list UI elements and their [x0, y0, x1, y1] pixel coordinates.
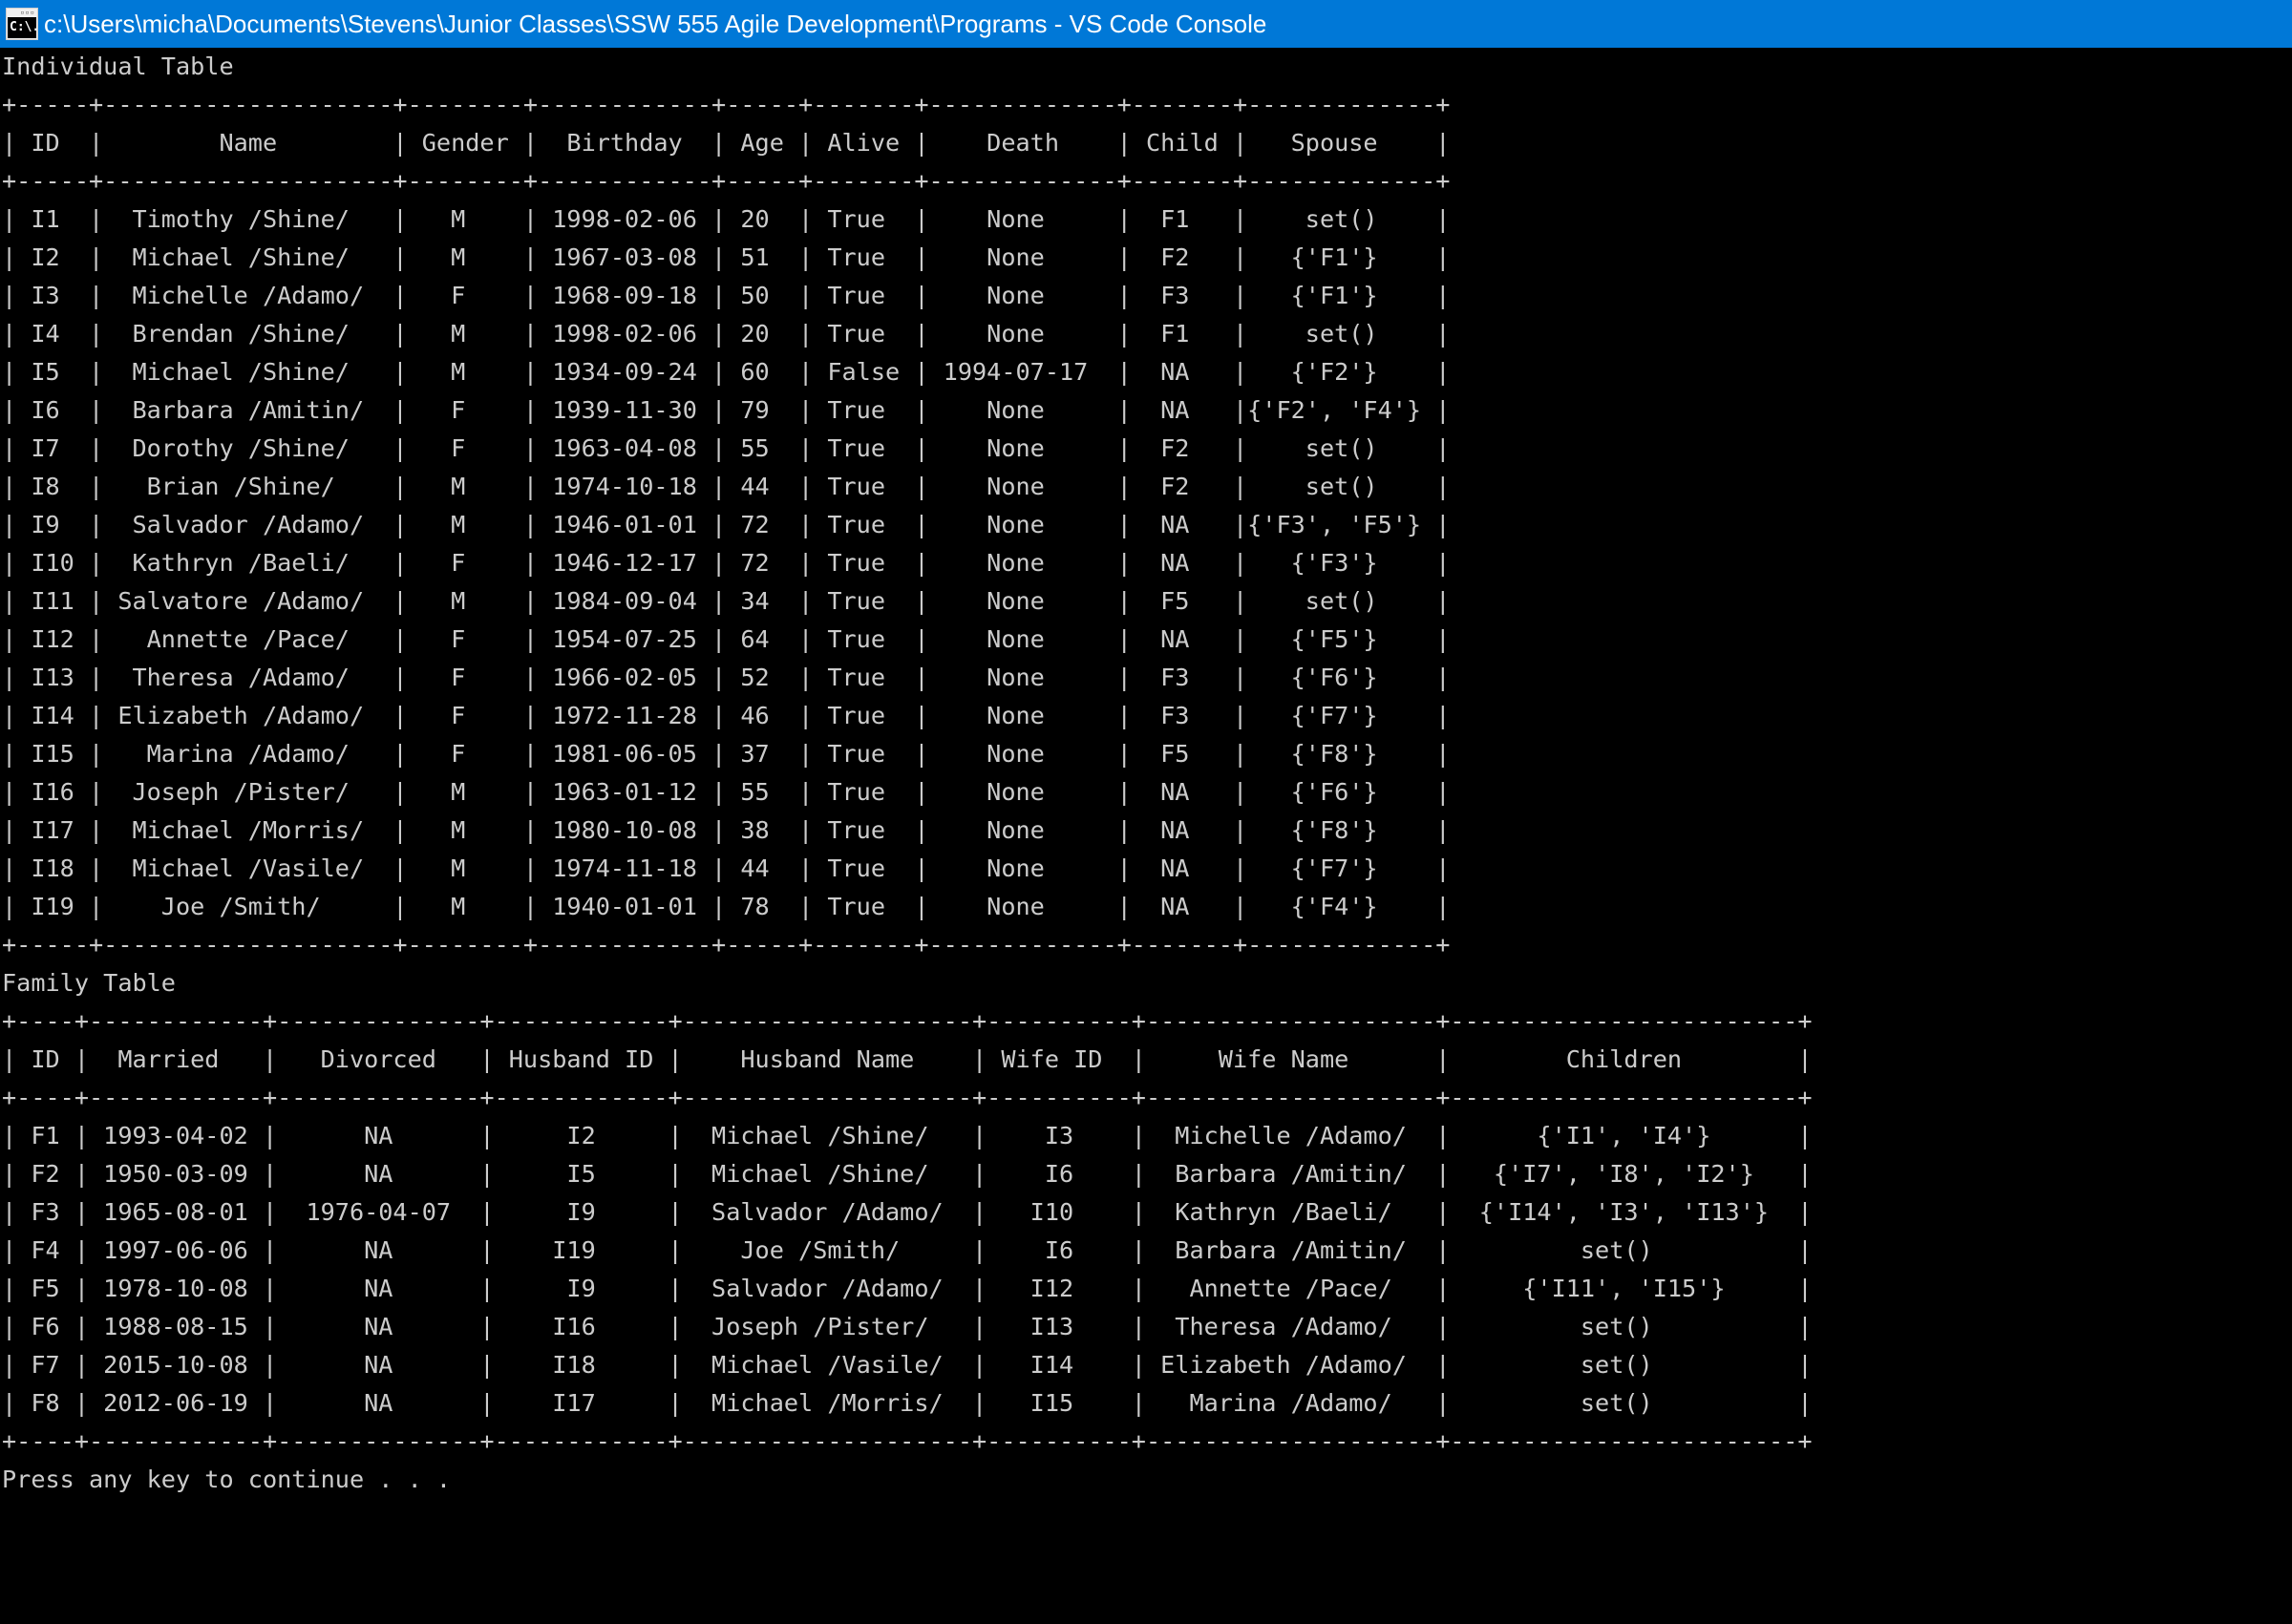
table-row: | I10 | Kathryn /Baeli/ | F | 1946-12-17…: [2, 549, 1451, 577]
table-row: | I11 | Salvatore /Adamo/ | M | 1984-09-…: [2, 587, 1451, 615]
table-row: | I19 | Joe /Smith/ | M | 1940-01-01 | 7…: [2, 893, 1451, 920]
individual-table-label: Individual Table: [2, 53, 234, 80]
individual-table-header-row: | ID | Name | Gender | Birthday | Age | …: [2, 129, 1451, 157]
window-title: c:\Users\micha\Documents\Stevens\Junior …: [44, 10, 1267, 38]
family-table-rule-bottom: +----+------------+--------------+------…: [2, 1427, 1813, 1455]
individual-table-rule-bottom: +-----+--------------------+--------+---…: [2, 931, 1451, 959]
table-row: | I14 | Elizabeth /Adamo/ | F | 1972-11-…: [2, 702, 1451, 729]
table-row: | I8 | Brian /Shine/ | M | 1974-10-18 | …: [2, 473, 1451, 500]
individual-table-rule-top: +-----+--------------------+--------+---…: [2, 91, 1451, 118]
table-row: | F1 | 1993-04-02 | NA | I2 | Michael /S…: [2, 1122, 1813, 1149]
table-row: | I3 | Michelle /Adamo/ | F | 1968-09-18…: [2, 282, 1451, 309]
icon-prompt-glyph: C:\.: [8, 17, 36, 38]
table-row: | I18 | Michael /Vasile/ | M | 1974-11-1…: [2, 854, 1451, 882]
table-row: | F3 | 1965-08-01 | 1976-04-07 | I9 | Sa…: [2, 1198, 1813, 1226]
table-row: | F2 | 1950-03-09 | NA | I5 | Michael /S…: [2, 1160, 1813, 1188]
console-icon: ▫▫▫ C:\.: [6, 8, 38, 40]
family-table-rule-header: +----+------------+--------------+------…: [2, 1084, 1813, 1111]
table-row: | I7 | Dorothy /Shine/ | F | 1963-04-08 …: [2, 434, 1451, 462]
table-row: | I9 | Salvador /Adamo/ | M | 1946-01-01…: [2, 511, 1451, 538]
table-row: | I16 | Joseph /Pister/ | M | 1963-01-12…: [2, 778, 1451, 806]
family-table-label: Family Table: [2, 969, 176, 997]
table-row: | I13 | Theresa /Adamo/ | F | 1966-02-05…: [2, 664, 1451, 691]
family-table-rule-top: +----+------------+--------------+------…: [2, 1007, 1813, 1035]
table-row: | I15 | Marina /Adamo/ | F | 1981-06-05 …: [2, 740, 1451, 768]
title-bar[interactable]: ▫▫▫ C:\. c:\Users\micha\Documents\Steven…: [0, 0, 2292, 48]
table-row: | I6 | Barbara /Amitin/ | F | 1939-11-30…: [2, 396, 1451, 424]
table-row: | I17 | Michael /Morris/ | M | 1980-10-0…: [2, 816, 1451, 844]
icon-window-buttons: ▫▫▫: [20, 9, 35, 16]
table-row: | F7 | 2015-10-08 | NA | I18 | Michael /…: [2, 1351, 1813, 1379]
console-window: ▫▫▫ C:\. c:\Users\micha\Documents\Steven…: [0, 0, 2292, 1624]
table-row: | I4 | Brendan /Shine/ | M | 1998-02-06 …: [2, 320, 1451, 348]
individual-table-rule-header: +-----+--------------------+--------+---…: [2, 167, 1451, 195]
table-row: | F4 | 1997-06-06 | NA | I19 | Joe /Smit…: [2, 1236, 1813, 1264]
table-row: | I5 | Michael /Shine/ | M | 1934-09-24 …: [2, 358, 1451, 386]
press-any-key-prompt: Press any key to continue . . .: [2, 1466, 452, 1493]
table-row: | F5 | 1978-10-08 | NA | I9 | Salvador /…: [2, 1275, 1813, 1302]
table-row: | I12 | Annette /Pace/ | F | 1954-07-25 …: [2, 625, 1451, 653]
table-row: | I1 | Timothy /Shine/ | M | 1998-02-06 …: [2, 205, 1451, 233]
table-row: | F8 | 2012-06-19 | NA | I17 | Michael /…: [2, 1389, 1813, 1417]
console-output[interactable]: Individual Table +-----+-----------------…: [0, 48, 2292, 1624]
family-table-header-row: | ID | Married | Divorced | Husband ID |…: [2, 1045, 1813, 1073]
table-row: | I2 | Michael /Shine/ | M | 1967-03-08 …: [2, 243, 1451, 271]
table-row: | F6 | 1988-08-15 | NA | I16 | Joseph /P…: [2, 1313, 1813, 1340]
